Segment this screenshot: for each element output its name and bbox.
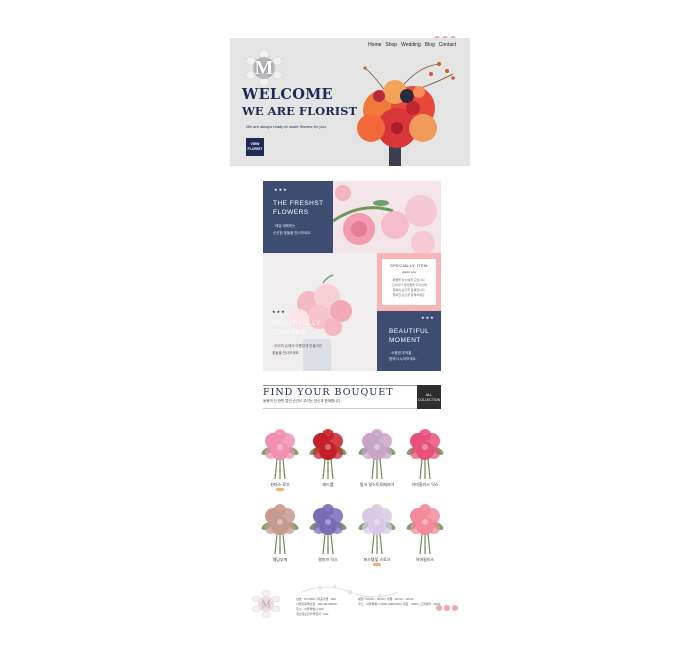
- view-button-line2: FLORIST: [247, 146, 263, 151]
- nav-home[interactable]: Home: [368, 42, 381, 48]
- nav-blog[interactable]: Blog: [425, 42, 435, 48]
- product-name[interactable]: 웨딩부케: [255, 557, 305, 563]
- special-item-card: SPECIALLY ITEM about you 특별을 당신에게 드립니다. …: [382, 259, 436, 305]
- product-card[interactable]: 웨딩부케: [255, 500, 305, 570]
- main-nav: Home Shop Wedding Blog Contact: [364, 42, 456, 48]
- product-image: [261, 429, 299, 480]
- hero-slide-dots: [340, 160, 360, 166]
- freshest-desc-1: - 매일 계획하는: [273, 224, 296, 228]
- crafted-desc-1: - 우리의 손에서 아름답게 만들어진: [272, 344, 323, 348]
- product-name[interactable]: 핑크 말스트로메리아: [352, 482, 402, 488]
- moment-title-1: BEAUTIFUL: [389, 328, 430, 335]
- product-name[interactable]: 아마릴리스 믹스: [400, 482, 450, 488]
- product-card[interactable]: 아마릴리스 믹스: [400, 425, 450, 495]
- nav-contact[interactable]: Contact: [439, 42, 456, 48]
- nav-wedding[interactable]: Wedding: [401, 42, 421, 48]
- site-logo[interactable]: M: [244, 48, 284, 88]
- crafted-title-2: CRAFTED: [272, 329, 307, 336]
- all-collection-line2: COLLECTION: [417, 397, 441, 402]
- product-image: [358, 429, 396, 480]
- footer-logo-letter: M: [262, 600, 271, 611]
- hero-headline: WELCOME: [242, 86, 333, 103]
- product-card[interactable]: 핀타스 로즈: [255, 425, 305, 495]
- hero-banner: Home Shop Wedding Blog Contact M WELCOME WE …: [230, 38, 470, 166]
- special-subtitle: about you: [402, 270, 416, 274]
- freshest-desc-2: 신선한 꽃들을 만나보세요.: [273, 231, 312, 235]
- footer-logo[interactable]: M: [250, 588, 282, 620]
- feature-grid: ★★★ THE FRESHST FLOWERS - 매일 계획하는 신선한 꽃들…: [263, 181, 441, 371]
- product-card[interactable]: 핑크 말스트로메리아: [352, 425, 402, 495]
- section-title: FIND YOUR BOUQUET: [263, 387, 394, 398]
- product-badge: [276, 488, 284, 491]
- moment-tile[interactable]: ★★★ BEAUTIFUL MOMENT - 소중한 추억을 함께 나누어보세요…: [377, 311, 441, 371]
- hero-bouquet-image: [357, 62, 455, 166]
- product-name[interactable]: 레드롤: [303, 482, 353, 488]
- footer-info-2: 평일 : 00:00 ~ 00:00 / 주말 : 00:00 ~ 00:00 …: [358, 597, 440, 607]
- footer-line: 개인정보관리책임자 : 000: [296, 612, 329, 616]
- product-image: [261, 504, 299, 555]
- nav-shop[interactable]: Shop: [385, 42, 397, 48]
- freshest-title-2: FLOWERS: [273, 209, 309, 216]
- section-subtitle: 동봉의 단 한번 뿐인 순간도 우리는 당신과 함께합니다.: [263, 399, 342, 403]
- freshest-tile[interactable]: ★★★ THE FRESHST FLOWERS - 매일 계획하는 신선한 꽃들…: [263, 181, 333, 253]
- special-desc-4: 행복한 순간을 함께하세요.: [392, 293, 426, 297]
- roses-photo: [333, 181, 441, 253]
- vase-photo: ★★★ BEAUTIFULLY CRAFTED - 우리의 손에서 아름답게 만…: [263, 253, 377, 371]
- product-image: [309, 504, 347, 555]
- crafted-stars: ★★★: [272, 309, 286, 314]
- product-name[interactable]: 얼리브 믹스: [303, 557, 353, 563]
- product-image: [406, 429, 444, 480]
- instagram-icon[interactable]: [436, 605, 442, 611]
- product-image: [406, 504, 444, 555]
- all-collection-button[interactable]: ALL COLLECTION: [417, 385, 441, 409]
- product-card[interactable]: 퍼스텔및 스토크: [352, 500, 402, 570]
- twitter-icon[interactable]: [444, 605, 450, 611]
- product-card[interactable]: 아마릴리스: [400, 500, 450, 570]
- social-links-footer: [436, 598, 460, 616]
- footer-info-1: 상호 : 00 0000 | 대표자명 : 000 사업자등록번호 : 000-…: [296, 597, 337, 617]
- product-image: [358, 504, 396, 555]
- product-name[interactable]: 아마릴리스: [400, 557, 450, 563]
- hero-tagline: We are always ready to make flowers for …: [246, 124, 327, 129]
- facebook-icon[interactable]: [452, 605, 458, 611]
- moment-stars: ★★★: [421, 315, 435, 320]
- product-badge: [373, 563, 381, 566]
- moment-desc-2: 함께 나누어보세요.: [389, 357, 417, 361]
- crafted-title-1: BEAUTIFULLY: [272, 320, 321, 327]
- divider: [263, 385, 418, 386]
- moment-title-2: MOMENT: [389, 337, 421, 344]
- product-card[interactable]: 레드롤: [303, 425, 353, 495]
- footer-line: 주소 : 서울특별시 0000 0000 000 | 대표 : 0000 | 고…: [358, 602, 441, 606]
- view-florist-button[interactable]: VIEW FLORIST: [246, 138, 264, 156]
- freshest-title-1: THE FRESHST: [273, 200, 324, 207]
- product-card[interactable]: 얼리브 믹스: [303, 500, 353, 570]
- crafted-desc-2: 꽃들을 만나보세요.: [272, 351, 300, 355]
- logo-letter: M: [254, 57, 274, 79]
- divider: [263, 408, 418, 409]
- special-item-tile[interactable]: SPECIALLY ITEM about you 특별을 당신에게 드립니다. …: [377, 253, 441, 311]
- roses-image: [333, 181, 441, 253]
- tile-stars: ★★★: [274, 187, 288, 192]
- product-image: [309, 429, 347, 480]
